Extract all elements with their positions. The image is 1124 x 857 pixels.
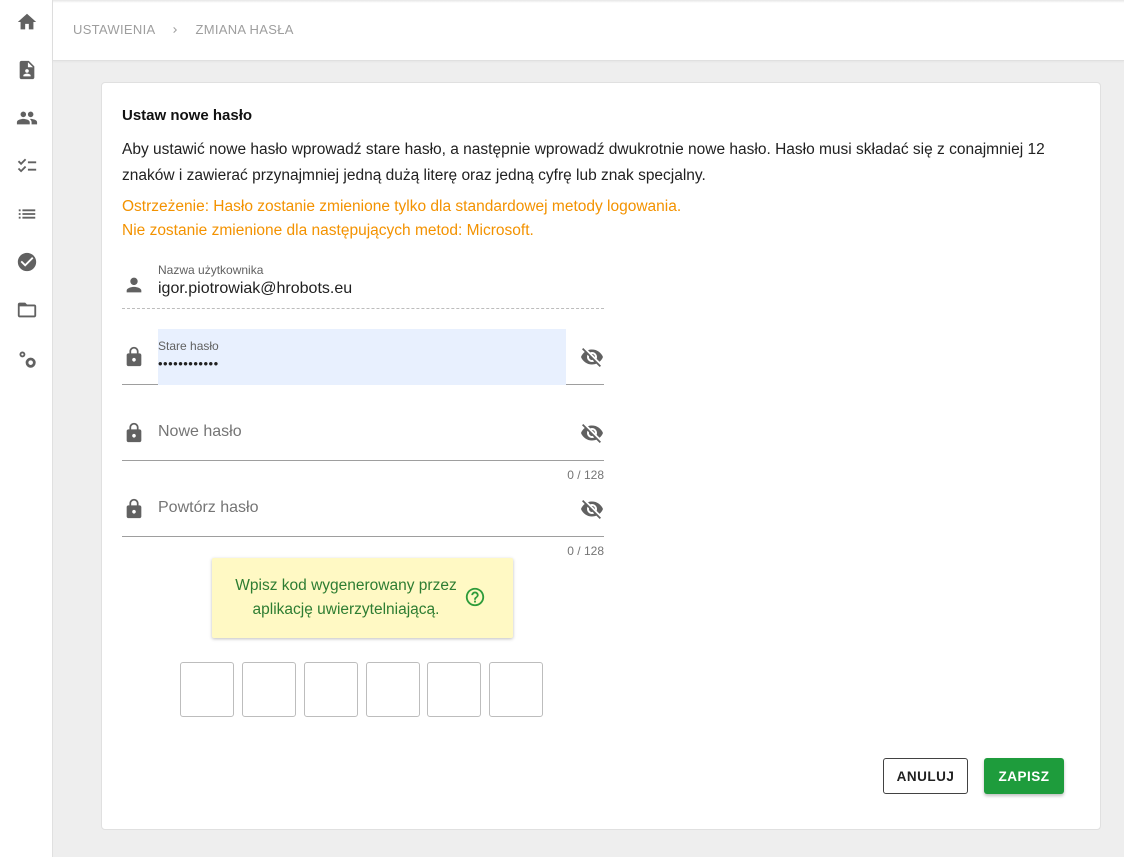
username-value: igor.piotrowiak@hrobots.eu	[158, 280, 353, 297]
twofa-info-box: Wpisz kod wygenerowany przez aplikację u…	[212, 558, 513, 638]
breadcrumb-change-password: ZMIANA HASŁA	[195, 22, 294, 37]
home-icon[interactable]	[16, 11, 38, 33]
people-icon[interactable]	[16, 107, 38, 129]
lock-icon	[122, 421, 146, 445]
new-password-field[interactable]: Nowe hasło	[122, 405, 604, 461]
help-circle-icon[interactable]	[464, 586, 486, 608]
document-person-icon[interactable]	[16, 59, 38, 81]
checklist-icon[interactable]	[16, 155, 38, 177]
repeat-password-field[interactable]: Powtórz hasło	[122, 481, 604, 537]
old-password-field[interactable]: Stare hasło ••••••••••••	[122, 329, 604, 385]
top-bar: USTAWIENIA ZMIANA HASŁA	[53, 0, 1124, 61]
list-icon[interactable]	[16, 203, 38, 225]
old-password-label: Stare hasło	[158, 339, 219, 353]
visibility-off-icon[interactable]	[580, 497, 604, 521]
warning-line-1: Ostrzeżenie: Hasło zostanie zmienione ty…	[122, 198, 682, 215]
code-digit-6[interactable]	[489, 662, 543, 717]
code-digit-3[interactable]	[304, 662, 358, 717]
code-digit-5[interactable]	[427, 662, 481, 717]
twofa-info-text: Wpisz kod wygenerowany przez aplikację u…	[235, 577, 457, 618]
save-button[interactable]: ZAPISZ	[984, 758, 1064, 794]
lock-icon	[122, 345, 146, 369]
chevron-right-icon	[169, 24, 181, 36]
breadcrumb-settings[interactable]: USTAWIENIA	[73, 22, 155, 37]
repeat-password-input[interactable]: Powtórz hasło	[158, 499, 259, 517]
change-password-card: Ustaw nowe hasło Aby ustawić nowe hasło …	[101, 82, 1101, 830]
code-digit-4[interactable]	[366, 662, 420, 717]
breadcrumb: USTAWIENIA ZMIANA HASŁA	[73, 22, 294, 37]
person-icon	[122, 273, 146, 297]
sidebar	[0, 0, 53, 857]
folder-open-icon[interactable]	[16, 299, 38, 321]
visibility-off-icon[interactable]	[580, 421, 604, 445]
check-circle-icon[interactable]	[16, 251, 38, 273]
card-description: Aby ustawić nowe hasło wprowadź stare ha…	[122, 141, 1045, 184]
cancel-button[interactable]: ANULUJ	[883, 758, 968, 794]
code-digit-2[interactable]	[242, 662, 296, 717]
old-password-input[interactable]	[158, 329, 566, 385]
new-password-input[interactable]: Nowe hasło	[158, 423, 242, 441]
card-title: Ustaw nowe hasło	[122, 107, 253, 124]
old-password-value: ••••••••••••	[158, 356, 219, 371]
username-label: Nazwa użytkownika	[158, 263, 264, 277]
repeat-password-counter: 0 / 128	[567, 544, 604, 558]
code-digit-1[interactable]	[180, 662, 234, 717]
settings-gears-icon[interactable]	[16, 348, 38, 370]
new-password-counter: 0 / 128	[567, 468, 604, 482]
visibility-off-icon[interactable]	[580, 345, 604, 369]
warning-message: Ostrzeżenie: Hasło zostanie zmienione ty…	[122, 195, 681, 243]
warning-line-2: Nie zostanie zmienione dla następujących…	[122, 222, 534, 239]
lock-icon	[122, 497, 146, 521]
username-field: Nazwa użytkownika igor.piotrowiak@hrobot…	[122, 259, 604, 309]
